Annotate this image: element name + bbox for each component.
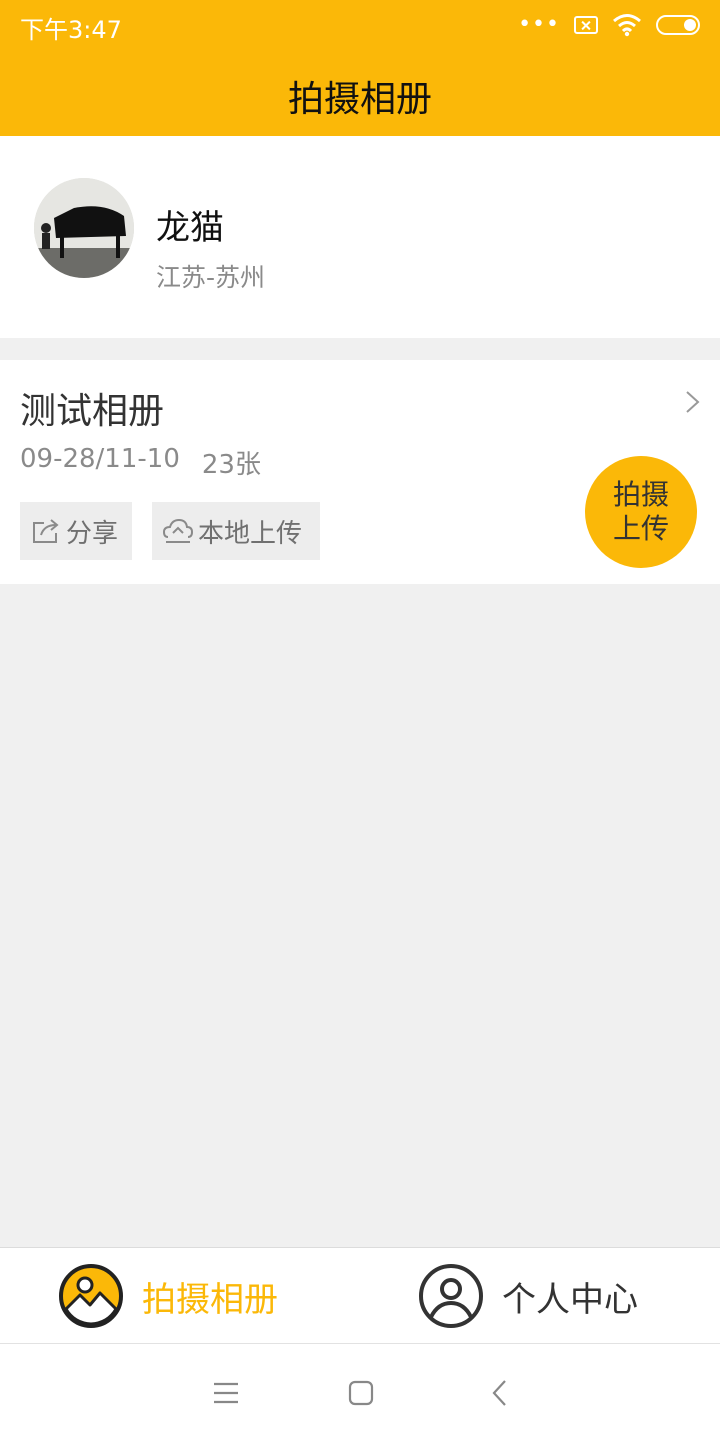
- user-location: 江苏-苏州: [156, 263, 266, 292]
- page-title: 拍摄相册: [287, 79, 432, 120]
- album-meta: 09-28/11-10 23张: [20, 444, 261, 481]
- fab-label-line2: 上传: [612, 512, 669, 545]
- user-icon: [419, 1264, 483, 1328]
- back-icon[interactable]: [485, 1378, 515, 1408]
- tab-album[interactable]: 拍摄相册: [58, 1263, 278, 1329]
- album-icon: [59, 1264, 123, 1328]
- profile-card: 龙猫 江苏-苏州: [0, 136, 720, 338]
- cloud-upload-icon: [162, 518, 194, 543]
- album-photo-count: 23张: [201, 450, 261, 480]
- home-icon[interactable]: [346, 1378, 376, 1408]
- battery-icon: [656, 15, 700, 35]
- sim-off-icon: [574, 16, 598, 34]
- wifi-icon: [613, 14, 641, 37]
- fab-label-line1: 拍摄: [612, 478, 669, 511]
- menu-icon[interactable]: [211, 1378, 241, 1408]
- avatar[interactable]: [34, 178, 134, 278]
- share-icon: [33, 519, 59, 543]
- local-upload-label: 本地上传: [198, 518, 303, 549]
- chevron-right-icon[interactable]: [680, 390, 704, 414]
- top-bar: 下午3:47 ••• 拍摄相册: [0, 0, 720, 136]
- status-time: 下午3:47: [20, 16, 122, 44]
- tab-profile[interactable]: 个人中心: [418, 1263, 638, 1329]
- share-button[interactable]: 分享: [20, 502, 132, 560]
- more-dots-icon: •••: [518, 12, 560, 37]
- system-nav-bar: [0, 1344, 720, 1440]
- share-label: 分享: [66, 518, 119, 549]
- album-title: 测试相册: [20, 391, 165, 432]
- album-date-range: 09-28/11-10: [20, 444, 180, 474]
- user-name: 龙猫: [156, 208, 224, 248]
- capture-upload-button[interactable]: 拍摄 上传: [585, 456, 697, 568]
- tab-album-label: 拍摄相册: [142, 1279, 278, 1320]
- bottom-tab-bar: 拍摄相册 个人中心: [0, 1247, 720, 1344]
- local-upload-button[interactable]: 本地上传: [152, 502, 320, 560]
- status-icons: •••: [518, 10, 700, 40]
- avatar-piano-photo: [34, 178, 134, 278]
- tab-profile-label: 个人中心: [502, 1279, 638, 1320]
